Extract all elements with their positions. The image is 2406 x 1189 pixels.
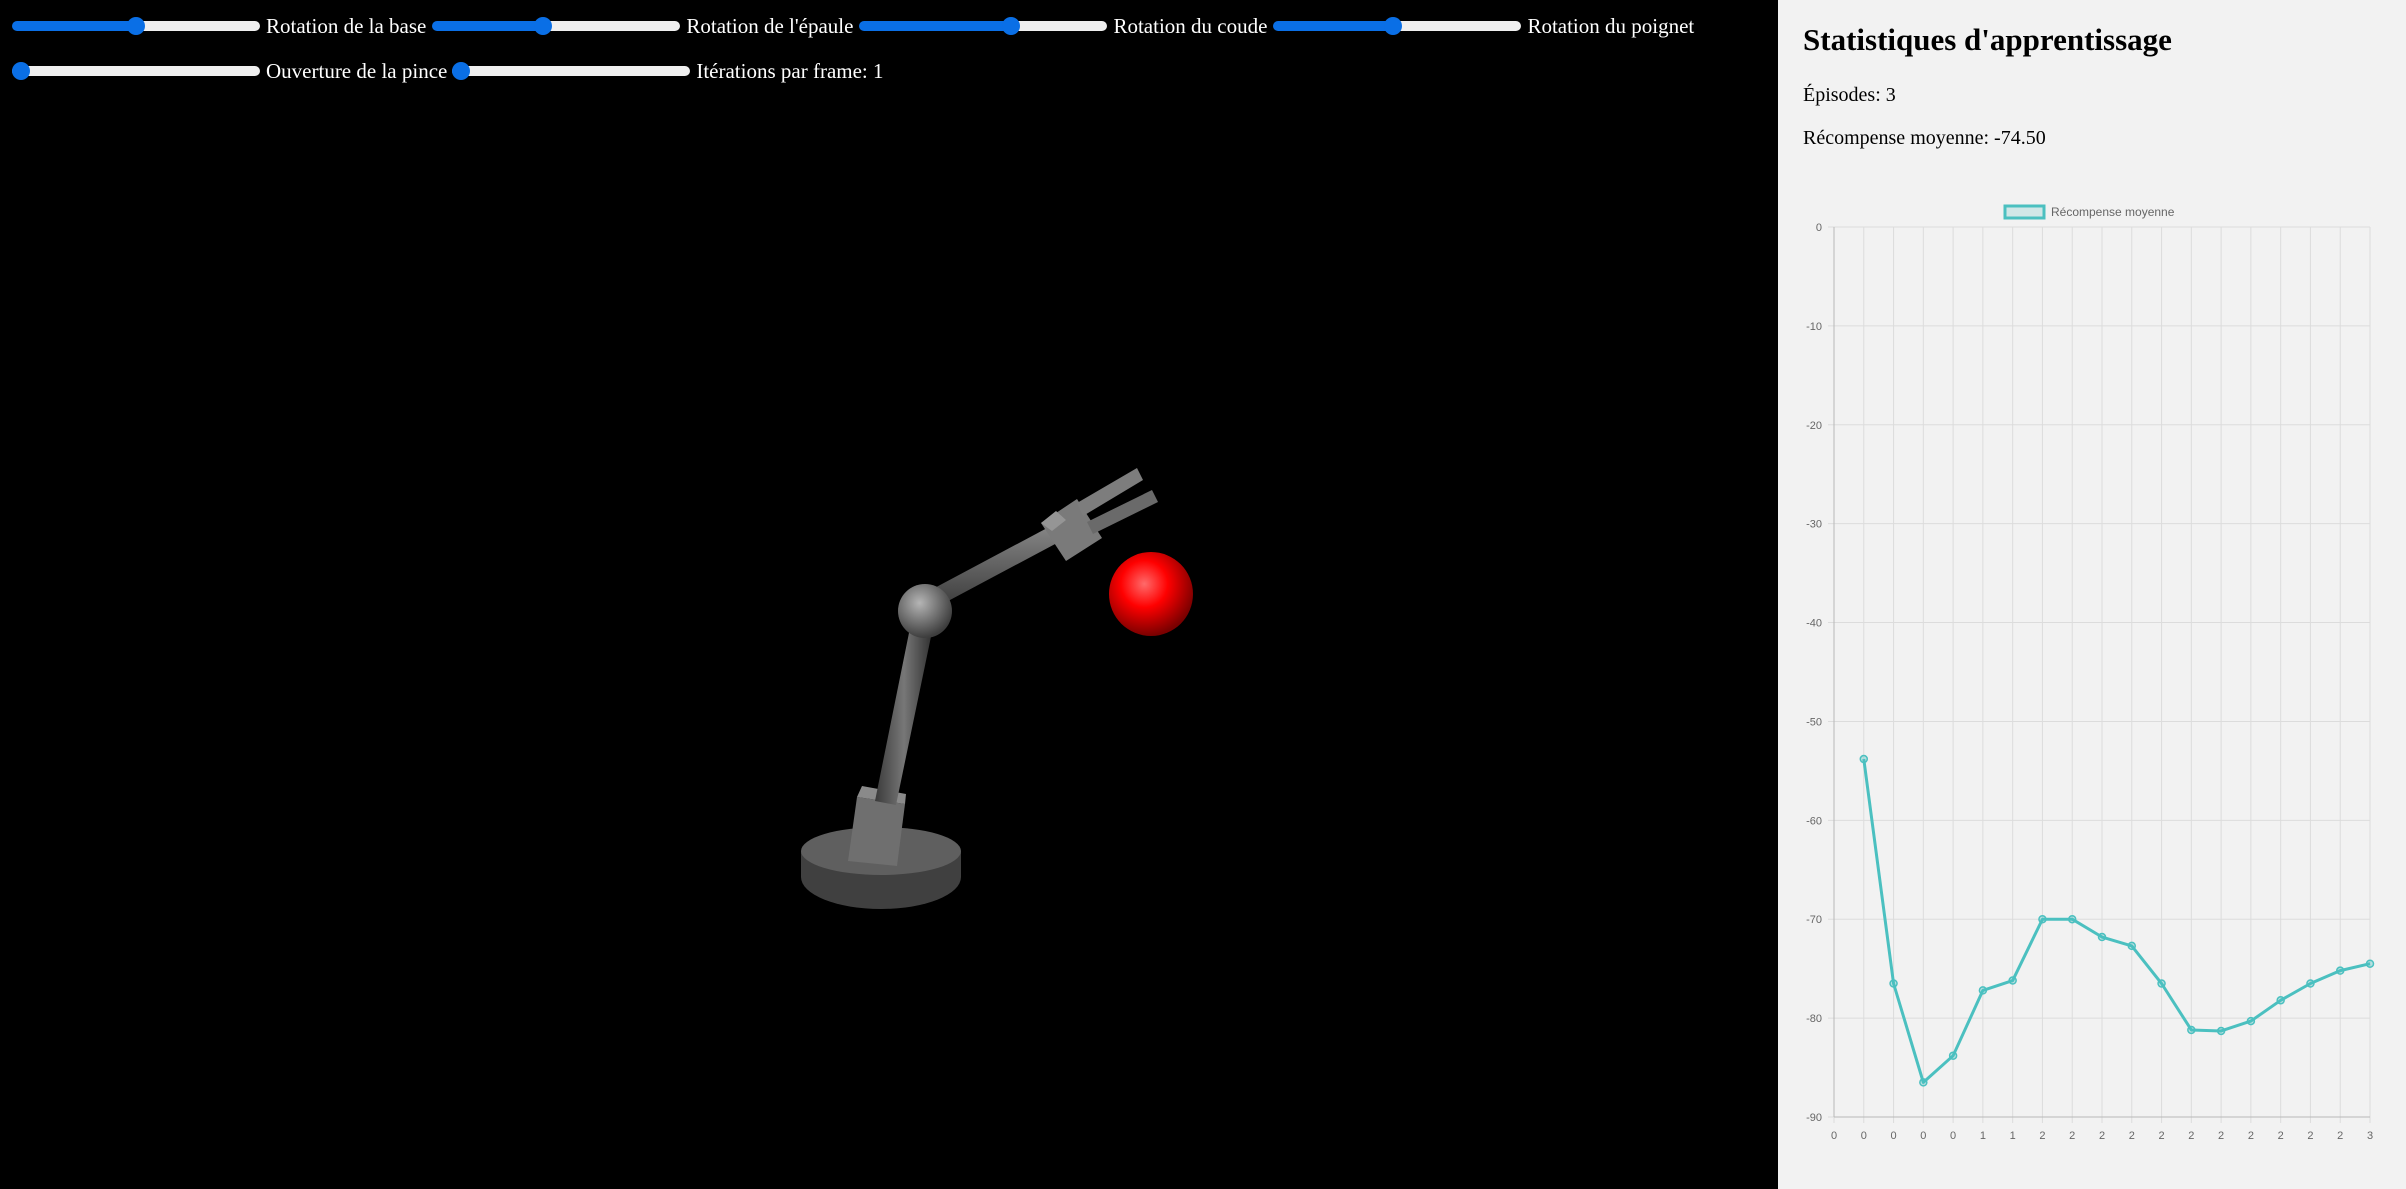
x-tick-label: 2 [2039, 1130, 2045, 1142]
data-point [1889, 979, 1898, 988]
x-tick-label: 0 [1831, 1130, 1837, 1142]
iterations-slider[interactable] [452, 66, 691, 76]
x-tick-label: 2 [2069, 1130, 2075, 1142]
x-tick-label: 0 [1950, 1130, 1956, 1142]
reward-chart: 0 -10 -20 -30 -40 -50 -60 -70 -80 -90 0 0 0 0 0 1 1 2 2 2 2 2… [1806, 204, 2375, 1142]
target-ball [1109, 552, 1193, 636]
x-tick-label: 2 [2218, 1130, 2224, 1142]
gripper-opening-slider[interactable] [12, 66, 260, 76]
series-line [1862, 758, 2371, 1084]
data-point [2157, 979, 2166, 988]
stats-panel: Statistiques d'apprentissage Épisodes: 3… [1778, 0, 2406, 1189]
data-point [1948, 1051, 1958, 1060]
y-tick-label: -60 [1806, 815, 1822, 827]
gripper [1041, 468, 1158, 561]
controls-row-2: Ouverture de la pince Itérations par fra… [0, 56, 1778, 86]
y-tick-label: -30 [1806, 519, 1822, 531]
controls-row-1: Rotation de la base Rotation de l'épaule… [0, 11, 1778, 41]
shoulder-rotation-slider[interactable] [432, 21, 681, 31]
data-point [2097, 932, 2107, 942]
robot-arm-scene [801, 468, 1193, 909]
episodes-count: Épisodes: 3 [1803, 84, 1896, 106]
iterations-label: Itérations par frame: 1 [696, 58, 884, 83]
elbow-rotation-slider[interactable] [859, 21, 1108, 31]
x-tick-label: 1 [2010, 1130, 2016, 1142]
data-point [2246, 1016, 2256, 1026]
y-tick-label: -70 [1806, 914, 1822, 926]
data-point [2067, 914, 2077, 924]
y-tick-label: -80 [1806, 1013, 1822, 1025]
upper-arm [875, 623, 933, 805]
x-tick-label: 0 [1861, 1130, 1867, 1142]
data-point [2008, 976, 2017, 985]
y-tick-label: -50 [1806, 716, 1822, 728]
data-point [2038, 914, 2047, 924]
data-point [1978, 986, 1988, 995]
stats-title: Statistiques d'apprentissage [1803, 22, 2172, 57]
data-point [1919, 1078, 1928, 1087]
elbow-rotation-control: Rotation du coude [859, 14, 1267, 39]
iterations-control: Itérations par frame: 1 [452, 58, 884, 84]
data-point [2306, 979, 2315, 988]
y-tick-label: -40 [1806, 618, 1822, 630]
elbow-joint [898, 584, 952, 638]
data-point [2365, 959, 2375, 968]
y-tick-label: 0 [1816, 222, 1822, 234]
simulation-viewport[interactable] [0, 0, 1778, 1189]
x-tick-label: 2 [2278, 1130, 2284, 1142]
shoulder-rotation-label: Rotation de l'épaule [686, 13, 854, 38]
y-tick-label: -10 [1806, 321, 1822, 333]
data-point [2335, 966, 2345, 975]
x-tick-label: 2 [2188, 1130, 2194, 1142]
data-point [2187, 1025, 2196, 1035]
gripper-opening-control: Ouverture de la pince [12, 59, 447, 84]
data-point [2276, 996, 2285, 1005]
x-tick-label: 0 [1920, 1130, 1926, 1142]
legend-label: Récompense moyenne [2051, 205, 2175, 219]
wrist-rotation-label: Rotation du poignet [1527, 13, 1695, 38]
data-point [2127, 941, 2137, 951]
x-tick-label: 2 [2158, 1130, 2164, 1142]
x-tick-label: 2 [2248, 1130, 2254, 1142]
data-point [1859, 754, 1869, 764]
wrist-rotation-control: Rotation du poignet [1273, 14, 1694, 39]
data-point [2216, 1026, 2226, 1036]
shoulder-rotation-control: Rotation de l'épaule [432, 14, 853, 39]
x-tick-label: 2 [2337, 1130, 2343, 1142]
x-tick-label: 2 [2307, 1130, 2313, 1142]
base-rotation-control: Rotation de la base [12, 14, 426, 39]
y-tick-label: -90 [1806, 1112, 1822, 1124]
x-tick-label: 2 [2099, 1130, 2105, 1142]
x-tick-label: 1 [1980, 1130, 1986, 1142]
base-rotation-label: Rotation de la base [266, 13, 427, 38]
x-tick-label: 0 [1890, 1130, 1896, 1142]
x-tick-label: 2 [2129, 1130, 2135, 1142]
legend-swatch [2003, 204, 2046, 220]
x-tick-label: 3 [2367, 1130, 2373, 1142]
average-reward: Récompense moyenne: -74.50 [1803, 127, 2046, 149]
control-bar: Rotation de la base Rotation de l'épaule… [0, 0, 1778, 86]
base-rotation-slider[interactable] [12, 21, 260, 31]
gripper-opening-label: Ouverture de la pince [266, 58, 448, 83]
wrist-rotation-slider[interactable] [1273, 21, 1522, 31]
y-tick-label: -20 [1806, 420, 1822, 432]
elbow-rotation-label: Rotation du coude [1113, 13, 1268, 38]
